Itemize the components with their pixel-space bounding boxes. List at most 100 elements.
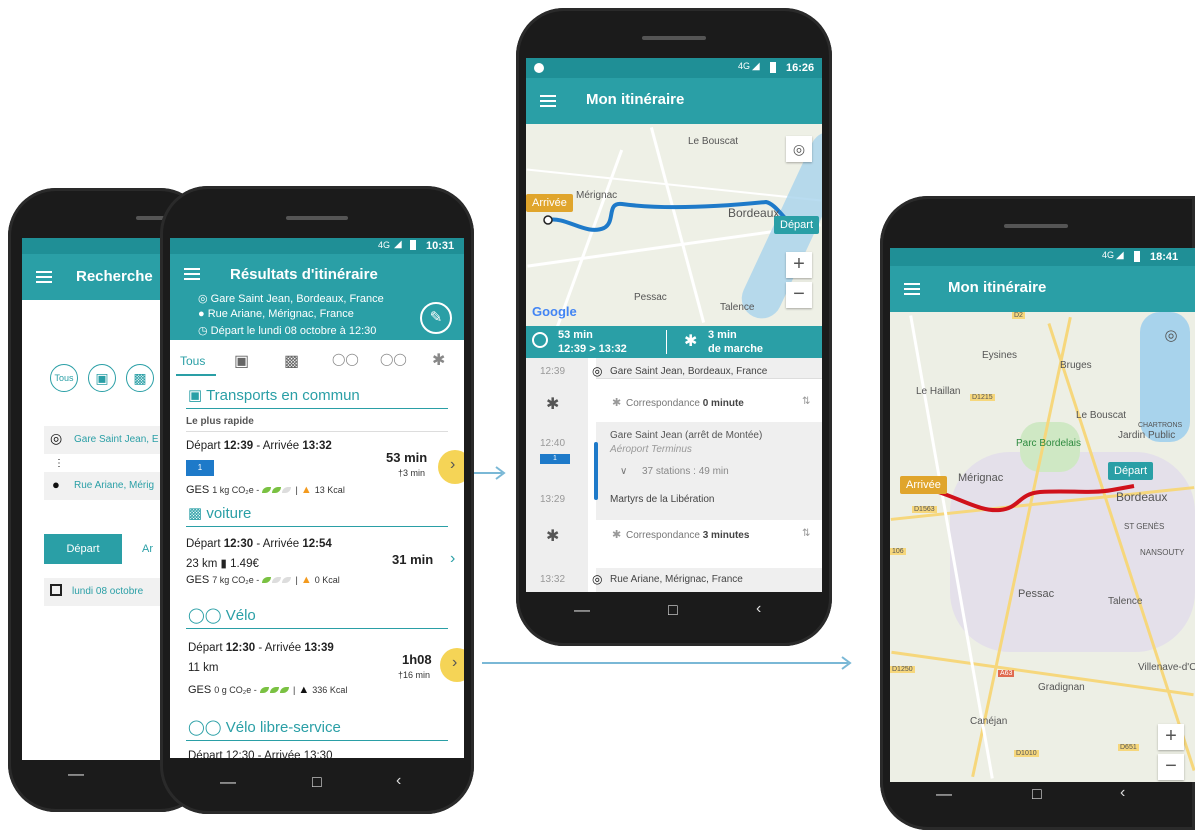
- car-fuel: 1.49€: [230, 558, 259, 570]
- status-bar: 4G ◢ 18:41: [890, 248, 1195, 266]
- nav-back-icon[interactable]: —: [936, 786, 952, 804]
- edit-button[interactable]: ✎: [420, 302, 452, 334]
- car-chevron-icon[interactable]: ›: [450, 550, 455, 568]
- origin-text: Gare Saint Jean, Bordeaux, France: [210, 293, 384, 305]
- bike-tab-icon[interactable]: ◯◯: [380, 352, 407, 366]
- leaf-icon: [262, 487, 272, 493]
- locate-icon: ◎: [1164, 327, 1178, 344]
- leaf-icon: [259, 687, 269, 693]
- summary-walk-label: de marche: [708, 343, 764, 355]
- network-indicator: 4G: [738, 61, 751, 71]
- bus-tab-icon[interactable]: ▣: [234, 351, 249, 371]
- menu-icon[interactable]: [184, 268, 200, 280]
- nav-home-icon[interactable]: □: [312, 774, 322, 792]
- section-car-title: voiture: [206, 505, 252, 522]
- zoom-in-button[interactable]: +: [786, 252, 812, 278]
- depart-button[interactable]: Départ: [44, 534, 122, 564]
- step-divider: [596, 378, 822, 379]
- app-bar: Mon itinéraire: [890, 266, 1195, 312]
- nav-home-icon[interactable]: □: [668, 602, 678, 620]
- flame-icon: ▲: [300, 484, 312, 496]
- nav-home-icon[interactable]: □: [1032, 786, 1042, 804]
- zoom-in-button[interactable]: +: [1158, 724, 1184, 750]
- walk-icon: ✱: [612, 529, 622, 541]
- status-bar: 4G ◢ 16:26: [526, 58, 822, 78]
- kcal-value: 13 Kcal: [314, 485, 345, 495]
- nav-back-icon[interactable]: —: [220, 774, 236, 792]
- transit-chevron-icon[interactable]: ›: [450, 456, 455, 474]
- notification-dot: [534, 63, 544, 73]
- summary-bar: 53 min 12:39 > 13:32 ✱ 3 min de marche: [526, 326, 822, 358]
- map-label-parc-bordelais: Parc Bordelais: [1016, 438, 1082, 449]
- nav-back-icon[interactable]: —: [574, 602, 590, 620]
- menu-icon[interactable]: [904, 283, 920, 295]
- car-distance: 23 km: [186, 558, 218, 570]
- zoom-out-button[interactable]: −: [786, 282, 812, 308]
- ges-label: GES: [186, 484, 210, 496]
- destination-step-icon: ◎: [592, 572, 603, 586]
- fuel-icon: ▮: [220, 558, 227, 570]
- route-icon: ⇅: [802, 528, 811, 539]
- destination-text: Rue Ariane, Mérignac, France: [207, 308, 354, 320]
- arr-label: - Arrivée: [255, 642, 305, 654]
- section-bike-title: Vélo: [225, 607, 256, 624]
- walk-icon: ✱: [546, 528, 560, 545]
- car-distance-fuel: 23 km ▮ 1.49€: [186, 556, 259, 570]
- menu-icon[interactable]: [540, 95, 556, 107]
- tab-all[interactable]: Tous: [180, 354, 205, 368]
- moto-tab-icon[interactable]: ◯◯: [332, 352, 359, 366]
- car-times: Départ 12:30 - Arrivée 12:54: [186, 538, 332, 550]
- transit-times: Départ 12:39 - Arrivée 13:32: [186, 440, 332, 452]
- fastest-label: Le plus rapide: [186, 416, 254, 427]
- nav-recent-icon[interactable]: ‹: [1120, 784, 1125, 802]
- map-label-jardin-public: Jardin Public: [1118, 430, 1176, 441]
- step-text: Rue Ariane, Mérignac, France: [610, 574, 743, 585]
- steps-list: 12:39 ◎ Gare Saint Jean, Bordeaux, Franc…: [526, 358, 822, 592]
- bike-walk: †16 min: [398, 670, 431, 680]
- nav-recent-icon[interactable]: ‹: [756, 600, 761, 618]
- car-ges: GES 7 kg CO₂e - | ▲ 0 Kcal: [186, 574, 340, 586]
- ges-label: GES: [186, 574, 210, 586]
- bikeshare-times: Départ 12:30 - Arrivée 13:30: [188, 750, 333, 758]
- calendar-icon: [50, 584, 62, 596]
- dots-separator: ⋮: [54, 458, 64, 469]
- phone-speaker: [642, 36, 706, 40]
- tram-line-badge: 1: [186, 460, 214, 476]
- flame-icon: ▲: [300, 574, 312, 586]
- bus-mode-icon[interactable]: ▣: [88, 364, 116, 392]
- full-map[interactable]: Eysines Bruges Le Haillan Le Bouscat CHA…: [890, 312, 1195, 782]
- step-subtext: Aéroport Terminus: [610, 444, 692, 455]
- sublabel-divider: [186, 431, 448, 432]
- dep-time: 12:30: [225, 642, 256, 654]
- car-tab-icon[interactable]: ▩: [284, 351, 299, 371]
- map-label-canejan: Canéjan: [970, 716, 1008, 727]
- mode-all-button[interactable]: Tous: [50, 364, 78, 392]
- arr-label: - Arrivée: [253, 538, 303, 550]
- map-label-merignac: Mérignac: [576, 190, 618, 201]
- arrive-button[interactable]: Ar: [142, 543, 153, 555]
- zoom-out-button[interactable]: −: [1158, 754, 1184, 780]
- arr-time: 12:54: [302, 538, 332, 550]
- status-time: 10:31: [426, 240, 455, 252]
- date-text: lundi 08 octobre: [72, 586, 144, 597]
- walk-icon: ✱: [612, 397, 622, 409]
- origin-step-icon: ◎: [592, 364, 603, 378]
- route-icon: ⇅: [802, 396, 811, 407]
- status-bar: 4G ◢ 10:31: [170, 238, 464, 254]
- map-label-bordeaux: Bordeaux: [1116, 490, 1168, 504]
- walk-tab-icon[interactable]: ✱: [432, 350, 445, 370]
- menu-icon[interactable]: [36, 271, 52, 283]
- nav-back-icon[interactable]: —: [68, 766, 84, 784]
- bike-ges: GES 0 g CO₂e - | ▲ 336 Kcal: [188, 684, 348, 696]
- battery-icon: [410, 240, 416, 250]
- locate-button[interactable]: ◎: [786, 136, 812, 162]
- bike-times: Départ 12:30 - Arrivée 13:39: [188, 642, 334, 654]
- locate-button[interactable]: ◎: [1158, 322, 1184, 348]
- car-mode-icon[interactable]: ▩: [126, 364, 154, 392]
- bike-chevron-icon[interactable]: ›: [452, 654, 457, 672]
- clock-icon: [532, 332, 548, 348]
- locate-icon: ◎: [792, 141, 806, 157]
- expand-icon[interactable]: ∨: [620, 466, 627, 477]
- route-map[interactable]: Le Bouscat Mérignac Bordeaux Pessac Tale…: [526, 124, 822, 326]
- nav-recent-icon[interactable]: ‹: [396, 772, 401, 790]
